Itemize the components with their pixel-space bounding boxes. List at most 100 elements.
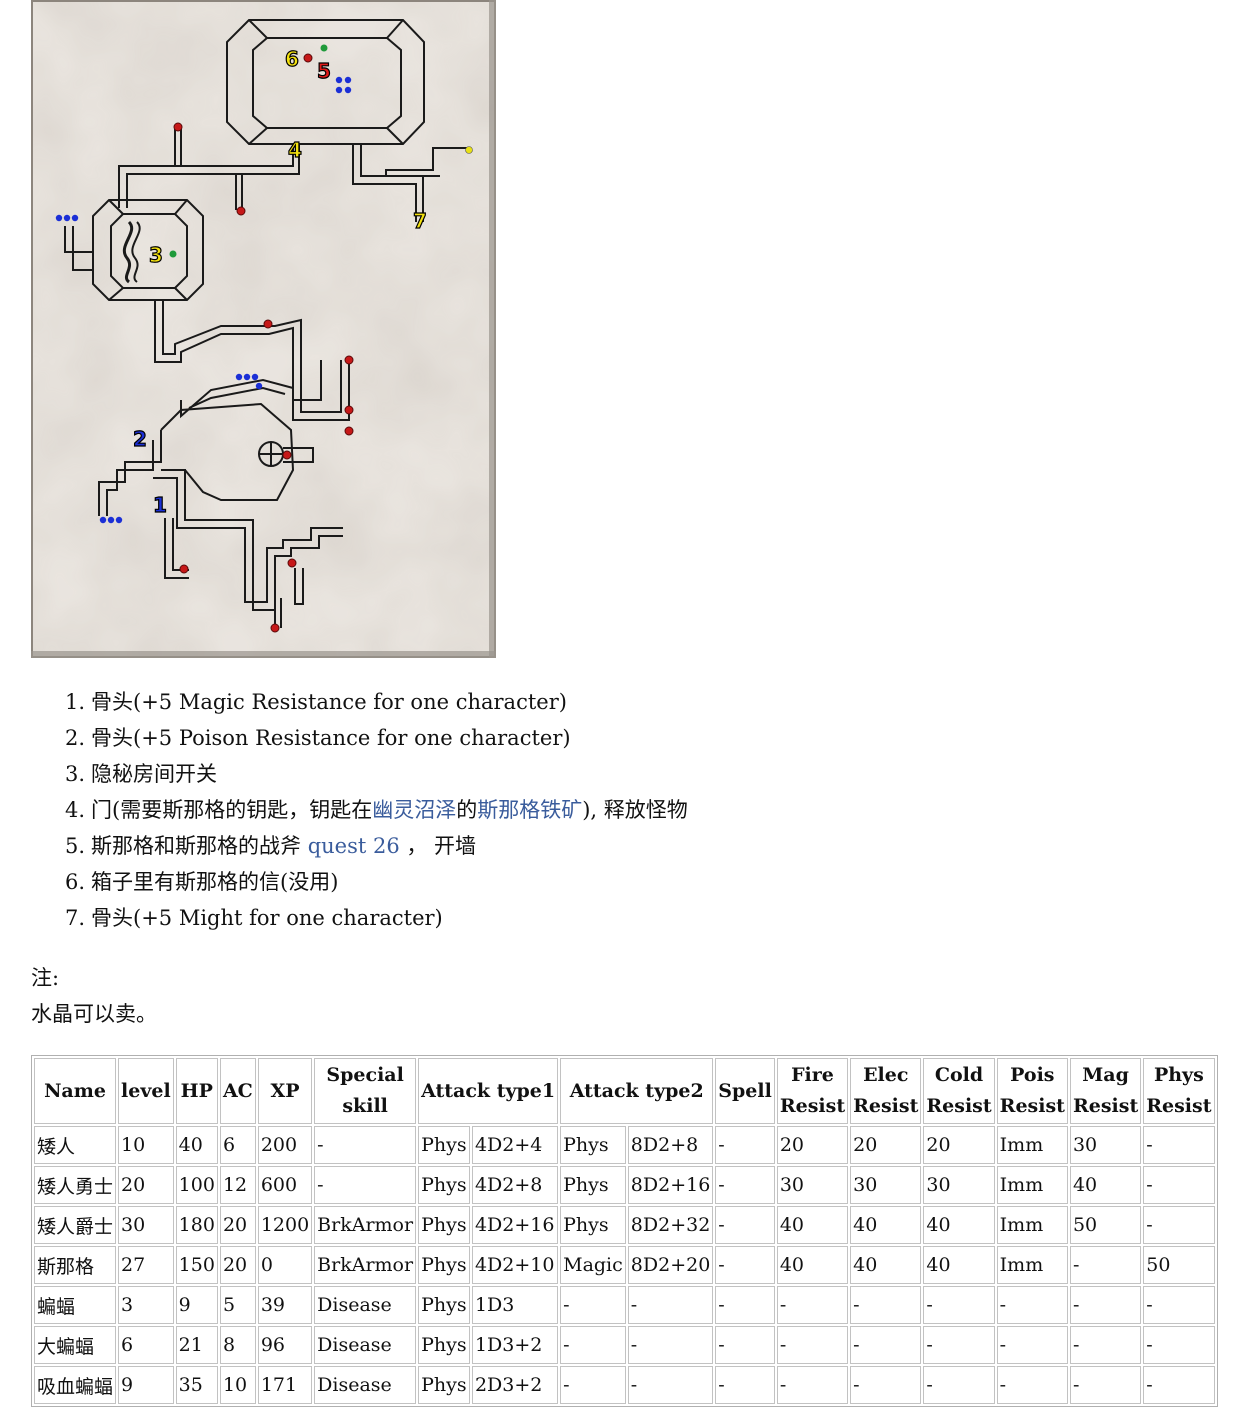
table-cell: - bbox=[715, 1286, 775, 1324]
table-header-row: Name level HP AC XP Special skill Attack type1 A… bbox=[34, 1058, 1215, 1124]
table-cell: - bbox=[1143, 1366, 1215, 1404]
table-row: 斯那格 27 150 20 0 BrkArmor Phys 4D2+10 Magic 8D2+20… bbox=[34, 1246, 1215, 1284]
table-cell: 40 bbox=[850, 1246, 922, 1284]
table-cell: 6 bbox=[118, 1326, 174, 1364]
column-header: Fire Resist bbox=[776, 1058, 849, 1124]
table-cell: 200 bbox=[257, 1126, 313, 1164]
table-cell: 20 bbox=[219, 1206, 256, 1244]
table-cell: 100 bbox=[175, 1166, 218, 1204]
table-cell: 40 bbox=[923, 1206, 995, 1244]
table-row: 吸血蝙蝠 9 35 10 171 Disease Phys 2D3+2- - - - - - - - - bbox=[34, 1366, 1215, 1404]
table-cell: BrkArmor bbox=[314, 1246, 417, 1284]
table-cell: - bbox=[715, 1326, 775, 1364]
table-cell: - bbox=[1143, 1126, 1215, 1164]
table-cell: - bbox=[1143, 1286, 1215, 1324]
column-header: Attack type2 bbox=[560, 1058, 714, 1124]
table-cell: Disease bbox=[314, 1366, 417, 1404]
table-cell: - bbox=[1069, 1286, 1142, 1324]
table-cell: Imm bbox=[996, 1246, 1068, 1284]
table-cell: 30 bbox=[1069, 1126, 1142, 1164]
column-header: Cold Resist bbox=[923, 1058, 995, 1124]
table-cell: - bbox=[560, 1326, 626, 1364]
table-cell: 40 bbox=[850, 1206, 922, 1244]
table-cell: - bbox=[996, 1326, 1068, 1364]
table-cell: 2D3+2 bbox=[471, 1366, 559, 1404]
table-cell: 40 bbox=[776, 1246, 849, 1284]
note-text: 水晶可以卖。 bbox=[31, 1002, 157, 1026]
table-cell: - bbox=[1143, 1206, 1215, 1244]
table-cell: - bbox=[627, 1286, 714, 1324]
table-cell: - bbox=[314, 1126, 417, 1164]
table-cell: - bbox=[1069, 1366, 1142, 1404]
table-cell: 8D2+16 bbox=[627, 1166, 714, 1204]
table-cell: 3 bbox=[118, 1286, 174, 1324]
table-cell: 5 bbox=[219, 1286, 256, 1324]
table-cell: 12 bbox=[219, 1166, 256, 1204]
column-header: Mag Resist bbox=[1069, 1058, 1142, 1124]
table-cell: 20 bbox=[219, 1246, 256, 1284]
note-label: 注: bbox=[31, 966, 60, 990]
legend-item: 1. 骨头(+5 Magic Resistance for one charact… bbox=[65, 690, 567, 714]
table-cell: - bbox=[1143, 1166, 1215, 1204]
table-cell: Phys bbox=[418, 1326, 470, 1364]
link-snerg-mines[interactable]: 斯那格铁矿 bbox=[477, 798, 582, 822]
legend-item: 5. 斯那格和斯那格的战斧 quest 26 ， 开墙 bbox=[65, 834, 477, 858]
table-cell: 1D3 bbox=[471, 1286, 559, 1324]
table-cell: 50 bbox=[1069, 1206, 1142, 1244]
table-cell: - bbox=[560, 1366, 626, 1404]
table-cell: 9 bbox=[175, 1286, 218, 1324]
table-cell: 6 bbox=[219, 1126, 256, 1164]
table-cell: 0 bbox=[257, 1246, 313, 1284]
table-cell: 39 bbox=[257, 1286, 313, 1324]
table-row: 蝙蝠 3 9 5 39 Disease Phys 1D3- - - - - - - - - bbox=[34, 1286, 1215, 1324]
table-cell: 吸血蝙蝠 bbox=[34, 1366, 117, 1404]
column-header: Spell bbox=[715, 1058, 775, 1124]
table-cell: 9 bbox=[118, 1366, 174, 1404]
table-cell: - bbox=[715, 1206, 775, 1244]
legend-item: 4. 门(需要斯那格的钥匙，钥匙在幽灵沼泽的斯那格铁矿), 释放怪物 bbox=[65, 798, 688, 822]
map-marker-7: 7 bbox=[413, 209, 427, 233]
table-cell: 27 bbox=[118, 1246, 174, 1284]
column-header: level bbox=[118, 1058, 174, 1124]
legend-item: 7. 骨头(+5 Might for one character) bbox=[65, 906, 443, 930]
table-cell: - bbox=[560, 1286, 626, 1324]
table-cell: Phys bbox=[560, 1206, 626, 1244]
table-cell: Imm bbox=[996, 1166, 1068, 1204]
table-cell: - bbox=[1143, 1326, 1215, 1364]
link-ghost-swamp[interactable]: 幽灵沼泽 bbox=[372, 798, 456, 822]
table-cell: Imm bbox=[996, 1126, 1068, 1164]
table-row: 大蝙蝠 6 21 8 96 Disease Phys 1D3+2- - - - - - - - - bbox=[34, 1326, 1215, 1364]
table-cell: 30 bbox=[118, 1206, 174, 1244]
column-header: XP bbox=[257, 1058, 313, 1124]
map-marker-1: 1 bbox=[153, 493, 167, 517]
table-cell: 40 bbox=[1069, 1166, 1142, 1204]
table-cell: BrkArmor bbox=[314, 1206, 417, 1244]
table-cell: - bbox=[850, 1286, 922, 1324]
map-marker-6: 6 bbox=[285, 47, 299, 71]
table-cell: - bbox=[776, 1286, 849, 1324]
table-cell: 30 bbox=[776, 1166, 849, 1204]
table-row: 矮人 10 40 6 200- Phys 4D2+4 Phys 8D2+8-20 20 20 Imm 3… bbox=[34, 1126, 1215, 1164]
table-cell: - bbox=[923, 1366, 995, 1404]
legend-item: 3. 隐秘房间开关 bbox=[65, 762, 217, 786]
table-cell: - bbox=[996, 1366, 1068, 1404]
table-cell: Magic bbox=[560, 1246, 626, 1284]
legend-item: 2. 骨头(+5 Poison Resistance for one charac… bbox=[65, 726, 571, 750]
link-quest-26[interactable]: quest 26 bbox=[308, 834, 400, 858]
table-cell: - bbox=[1069, 1326, 1142, 1364]
table-cell: Phys bbox=[418, 1206, 470, 1244]
table-cell: Phys bbox=[418, 1246, 470, 1284]
monster-table: Name level HP AC XP Special skill Attack type1 A… bbox=[31, 1055, 1218, 1407]
table-cell: 35 bbox=[175, 1366, 218, 1404]
table-cell: - bbox=[776, 1366, 849, 1404]
column-header: AC bbox=[219, 1058, 256, 1124]
legend-item: 6. 箱子里有斯那格的信(没用) bbox=[65, 870, 339, 894]
column-header: Pois Resist bbox=[996, 1058, 1068, 1124]
table-cell: 1D3+2 bbox=[471, 1326, 559, 1364]
table-cell: 20 bbox=[118, 1166, 174, 1204]
table-cell: 50 bbox=[1143, 1246, 1215, 1284]
table-cell: - bbox=[715, 1166, 775, 1204]
table-cell: 40 bbox=[175, 1126, 218, 1164]
column-header: Name bbox=[34, 1058, 117, 1124]
table-cell: - bbox=[776, 1326, 849, 1364]
